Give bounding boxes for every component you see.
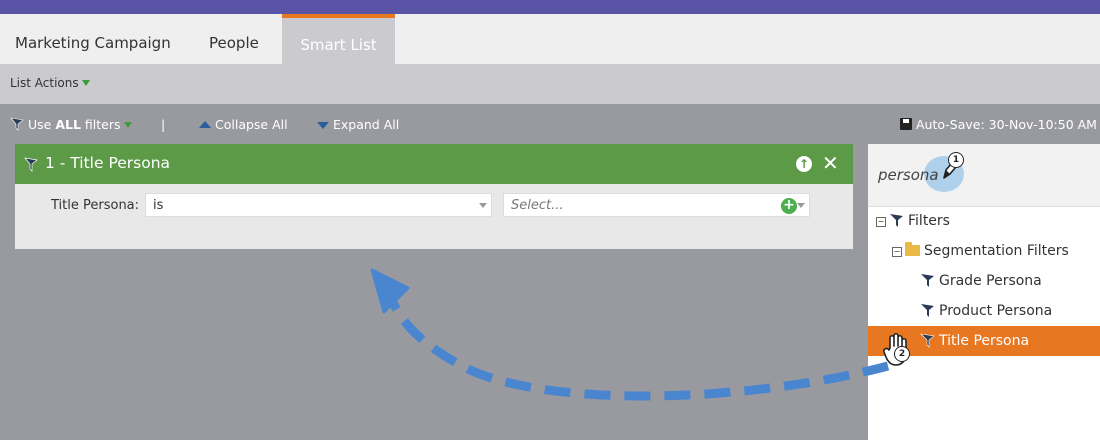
collapse-node-icon: −: [876, 217, 886, 227]
save-disk-icon: [900, 118, 912, 130]
filter-header[interactable]: 1 - Title Persona ↑ ✕: [15, 144, 853, 184]
filter-field-label: Title Persona:: [51, 198, 140, 213]
collapse-all-button[interactable]: Collapse All: [199, 117, 288, 132]
use-prefix: Use: [28, 117, 56, 132]
tab-people[interactable]: People: [209, 14, 259, 64]
tree-item-label: Title Persona: [939, 333, 1030, 349]
use-all-label: ALL: [55, 117, 81, 132]
filter-library-panel: persona 1 − Filters − Segmentation Filters…: [868, 144, 1100, 440]
funnel-icon: [920, 333, 935, 348]
filter-search-area: persona 1: [868, 144, 1100, 207]
step-badge-1: 1: [948, 152, 964, 168]
filter-search-input[interactable]: persona: [878, 166, 939, 184]
funnel-icon: [24, 157, 38, 172]
add-value-icon[interactable]: +: [781, 198, 797, 214]
operator-value: is: [153, 198, 164, 213]
list-actions-label: List Actions: [10, 76, 79, 90]
collapse-all-label: Collapse All: [215, 117, 288, 132]
filter-toolbar: Use ALL filters | Collapse All Expand Al…: [0, 104, 1100, 144]
list-actions-bar: List Actions: [0, 64, 1100, 104]
dropdown-arrow-icon: [81, 80, 90, 86]
tab-smart-list[interactable]: Smart List: [282, 14, 395, 64]
autosave-status: Auto-Save: 30-Nov-10:50 AM IS: [900, 117, 1100, 132]
dropdown-arrow-icon: [123, 122, 132, 128]
step-badge-2: 2: [894, 346, 910, 362]
expand-icon: [317, 122, 329, 129]
chevron-down-icon: [797, 203, 805, 208]
expand-all-label: Expand All: [333, 117, 400, 132]
tree-item-label: Product Persona: [939, 303, 1053, 319]
expand-all-button[interactable]: Expand All: [317, 117, 399, 132]
filter-title: 1 - Title Persona: [45, 154, 171, 172]
funnel-icon: [921, 274, 934, 287]
tree-node-segmentation-filters[interactable]: − Segmentation Filters: [892, 236, 1069, 266]
close-icon[interactable]: ✕: [822, 152, 839, 174]
use-all-filters-dropdown[interactable]: Use ALL filters: [10, 117, 132, 132]
funnel-icon: [890, 214, 903, 227]
tree-item-product-persona[interactable]: Product Persona: [920, 296, 1052, 326]
tree-item-label: Grade Persona: [939, 273, 1042, 289]
use-suffix: filters: [80, 117, 121, 132]
collapse-node-icon: −: [892, 247, 902, 257]
funnel-icon: [10, 117, 24, 131]
value-placeholder: Select...: [511, 198, 564, 213]
chevron-down-icon: [479, 203, 487, 208]
list-actions-menu[interactable]: List Actions: [10, 76, 90, 90]
tree-node-filters[interactable]: − Filters: [876, 206, 950, 236]
tab-bar: Marketing Campaign People Smart List: [0, 14, 1100, 64]
filter-card: 1 - Title Persona ↑ ✕ Title Persona: is …: [15, 144, 853, 249]
operator-select[interactable]: is: [145, 193, 492, 217]
move-up-icon[interactable]: ↑: [796, 156, 812, 172]
toolbar-separator: |: [161, 117, 166, 132]
tree-item-grade-persona[interactable]: Grade Persona: [920, 266, 1042, 296]
smart-list-page: Marketing Campaign People Smart List Lis…: [0, 0, 1100, 440]
funnel-icon: [921, 304, 934, 317]
folder-icon: [905, 242, 920, 256]
collapse-icon: [199, 121, 211, 128]
tree-node-label: Segmentation Filters: [924, 243, 1069, 259]
top-band: [0, 0, 1100, 14]
value-select[interactable]: Select...: [503, 193, 810, 217]
tab-marketing-campaign[interactable]: Marketing Campaign: [15, 14, 171, 64]
tree-node-label: Filters: [908, 213, 950, 229]
autosave-label: Auto-Save: 30-Nov-10:50 AM IS: [916, 117, 1100, 132]
